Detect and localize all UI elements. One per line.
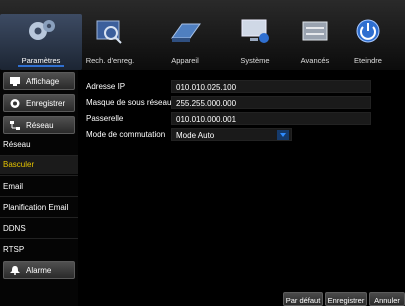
sidebar-item-label: Réseau [3, 140, 31, 149]
gateway-label: Passerelle [86, 114, 124, 123]
gear-icon [29, 20, 55, 40]
sidebar-item-label: RTSP [3, 245, 25, 254]
sidebar-item-label: Planification Email [3, 203, 69, 212]
sidebar: Affichage Enregistrer Réseau Réseau Basc… [0, 70, 78, 306]
sidebar-button-reseau[interactable]: Réseau [3, 116, 75, 134]
tab-recherche-enregistrement[interactable]: Rech. d'enreg. [69, 14, 151, 70]
switch-mode-label: Mode de commutation [86, 130, 166, 139]
tab-label: Rech. d'enreg. [85, 56, 135, 65]
tab-eteindre[interactable]: Eteindre [327, 14, 405, 70]
cancel-button-label: Annuler [374, 296, 400, 305]
sidebar-item-email[interactable]: Email [0, 178, 78, 196]
sidebar-button-label: Affichage [26, 77, 60, 86]
top-menu-bar: Paramètres Rech. d'enreg. Appareil Systè… [0, 0, 405, 74]
chevron-down-icon[interactable] [277, 130, 289, 140]
sidebar-button-label: Enregistrer [26, 99, 66, 108]
divider [0, 217, 78, 218]
display-icon [10, 77, 20, 86]
hard-drive-icon [171, 23, 201, 42]
ip-address-row: Adresse IP 010.010.025.100 [78, 80, 405, 94]
tab-label: Eteindre [354, 56, 382, 65]
sidebar-item-label: Email [3, 182, 24, 191]
sidebar-item-basculer[interactable]: Basculer [0, 156, 78, 174]
monitor-info-icon [241, 19, 269, 43]
default-button-label: Par défaut [285, 296, 321, 305]
sidebar-item-reseau[interactable]: Réseau [0, 136, 78, 154]
sidebar-button-alarme[interactable]: Alarme [3, 261, 75, 279]
sidebar-item-planification-email[interactable]: Planification Email [0, 199, 78, 217]
search-playback-icon [96, 20, 122, 44]
sidebar-item-rtsp[interactable]: RTSP [0, 241, 78, 259]
gateway-value: 010.010.000.001 [176, 115, 237, 124]
sidebar-button-enregistrer[interactable]: Enregistrer [3, 94, 75, 112]
subnet-mask-label: Masque de sous réseau [86, 98, 172, 107]
divider [0, 196, 78, 197]
gateway-row: Passerelle 010.010.000.001 [78, 112, 405, 126]
divider [0, 238, 78, 239]
sidebar-button-label: Alarme [26, 266, 52, 275]
cancel-button[interactable]: Annuler [369, 292, 405, 306]
ip-address-label: Adresse IP [86, 82, 126, 91]
record-icon [10, 99, 20, 108]
save-button-label: Enregistrer [327, 296, 365, 305]
network-icon [10, 121, 20, 130]
sidebar-button-label: Réseau [26, 121, 54, 130]
default-button[interactable]: Par défaut [283, 292, 323, 306]
gateway-field[interactable]: 010.010.000.001 [171, 112, 371, 125]
ip-address-value: 010.010.025.100 [176, 83, 237, 92]
power-icon [356, 19, 380, 43]
ip-address-field[interactable]: 010.010.025.100 [171, 80, 371, 93]
divider [0, 175, 78, 176]
subnet-mask-field[interactable]: 255.255.000.000 [171, 96, 371, 109]
sidebar-item-ddns[interactable]: DDNS [0, 220, 78, 238]
settings-panel: Adresse IP 010.010.025.100 Masque de sou… [78, 70, 405, 306]
subnet-mask-value: 255.255.000.000 [176, 99, 237, 108]
switch-mode-value: Mode Auto [176, 131, 215, 140]
sidebar-button-affichage[interactable]: Affichage [3, 72, 75, 90]
sidebar-item-label: Basculer [3, 160, 35, 169]
bell-icon [10, 266, 20, 275]
sidebar-item-label: DDNS [3, 224, 26, 233]
save-button[interactable]: Enregistrer [325, 292, 367, 306]
switch-mode-row: Mode de commutation Mode Auto [78, 128, 405, 142]
subnet-mask-row: Masque de sous réseau 255.255.000.000 [78, 96, 405, 110]
switch-mode-select[interactable]: Mode Auto [171, 128, 292, 141]
